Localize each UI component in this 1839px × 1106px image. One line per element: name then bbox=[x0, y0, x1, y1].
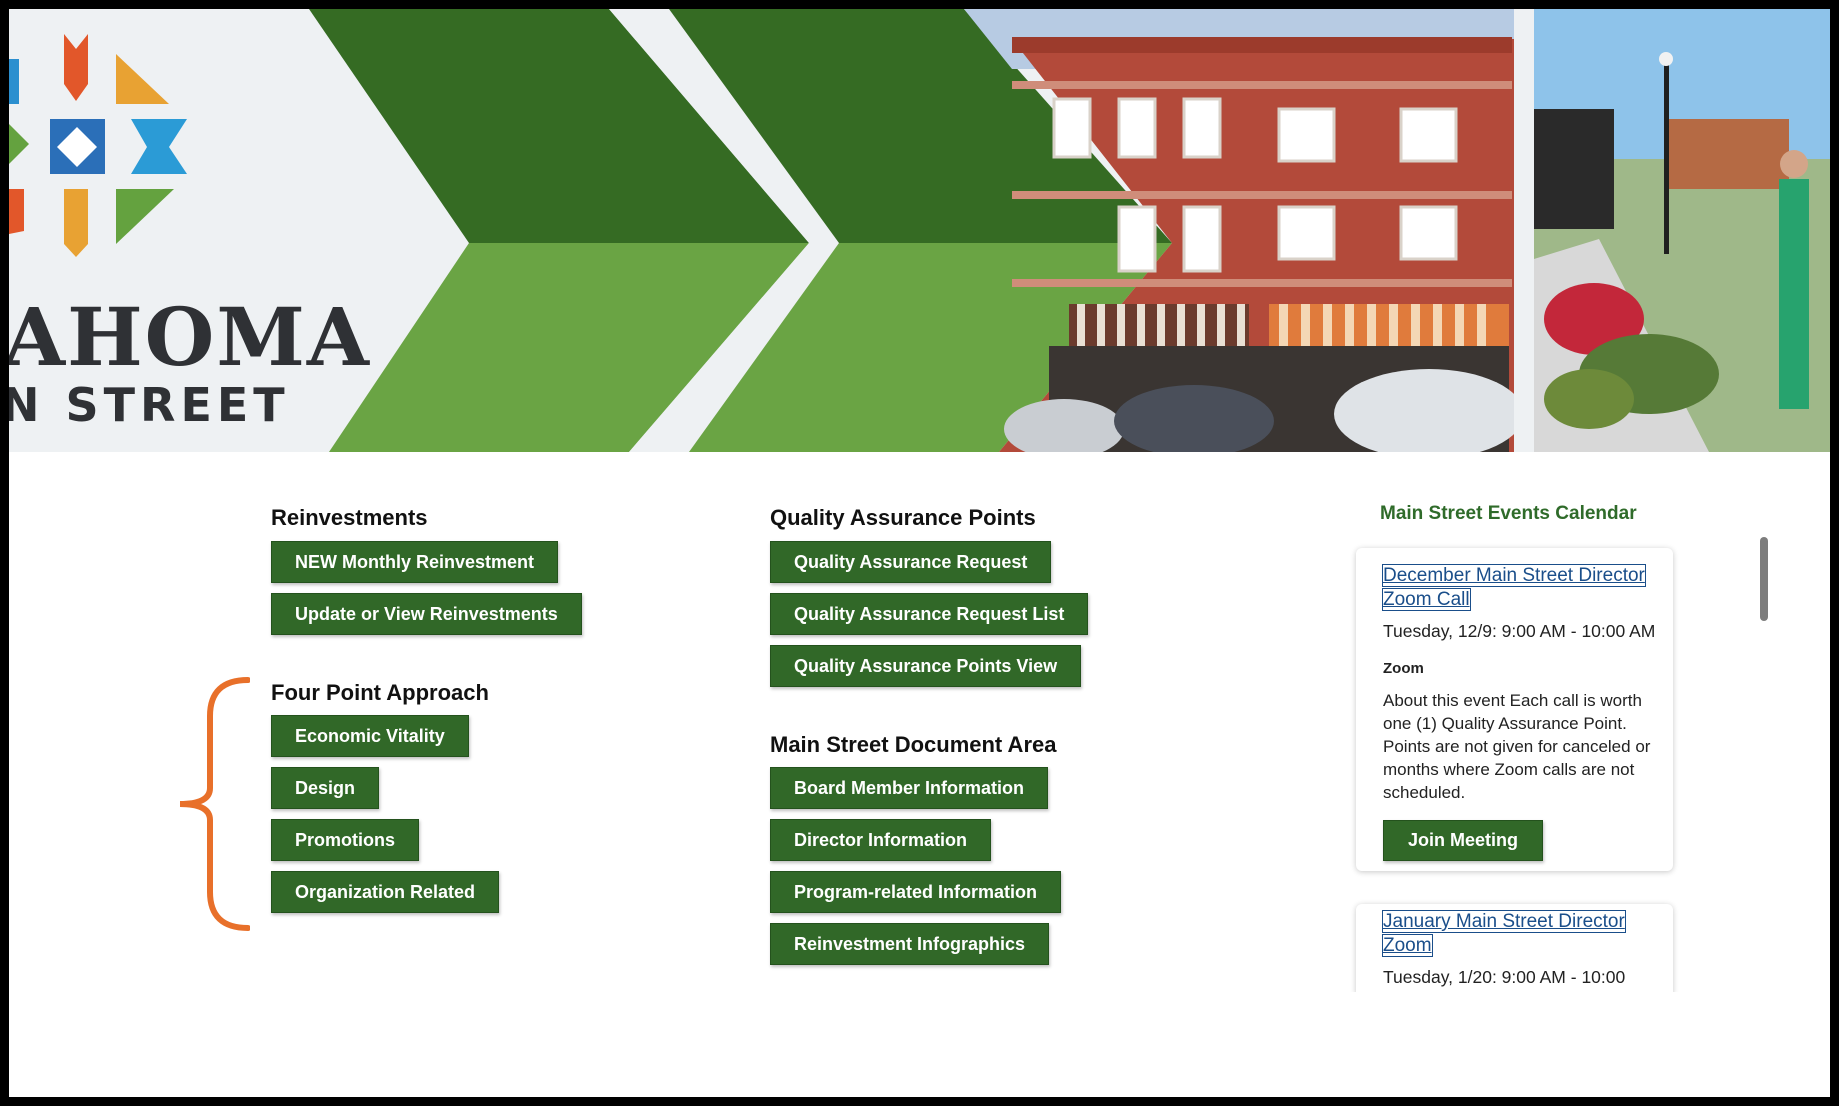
event-description: About this event Each call is worth one … bbox=[1383, 691, 1651, 802]
economic-vitality-button[interactable]: Economic Vitality bbox=[271, 715, 469, 757]
promotions-button[interactable]: Promotions bbox=[271, 819, 420, 861]
calendar-scrollbar-thumb[interactable] bbox=[1760, 537, 1768, 621]
event-time: Tuesday, 1/20: 9:00 AM - 10:00 bbox=[1383, 967, 1626, 987]
organization-related-button[interactable]: Organization Related bbox=[271, 871, 500, 913]
main-street-logo-mark bbox=[9, 34, 187, 257]
design-button[interactable]: Design bbox=[271, 767, 380, 809]
events-calendar-heading: Main Street Events Calendar bbox=[1380, 503, 1637, 524]
event-title-link[interactable]: January Main Street Director Zoom bbox=[1382, 910, 1626, 957]
event-location: Zoom bbox=[1383, 660, 1424, 677]
four-point-approach-heading: Four Point Approach bbox=[271, 680, 489, 705]
update-view-reinvestments-button[interactable]: Update or View Reinvestments bbox=[271, 593, 582, 635]
event-time: Tuesday, 12/9: 9:00 AM - 10:00 AM bbox=[1383, 621, 1656, 641]
event-card: December Main Street Director Zoom Call … bbox=[1356, 548, 1673, 871]
orange-bracket-annotation bbox=[179, 677, 250, 931]
program-related-information-button[interactable]: Program-related Information bbox=[770, 871, 1062, 913]
reinvestment-infographics-button[interactable]: Reinvestment Infographics bbox=[770, 923, 1050, 965]
event-title-link[interactable]: December Main Street Director Zoom Call bbox=[1382, 564, 1646, 611]
header-banner: AHOMA N STREET bbox=[9, 9, 1830, 452]
reinvestments-heading: Reinvestments bbox=[271, 505, 428, 530]
logo-wordmark: AHOMA bbox=[9, 290, 371, 384]
logo-subtitle: N STREET bbox=[9, 378, 290, 432]
event-card: January Main Street Director Zoom Tuesda… bbox=[1356, 904, 1673, 992]
quality-assurance-request-list-button[interactable]: Quality Assurance Request List bbox=[770, 593, 1089, 635]
document-area-heading: Main Street Document Area bbox=[770, 732, 1057, 757]
join-meeting-button[interactable]: Join Meeting bbox=[1383, 820, 1544, 861]
director-information-button[interactable]: Director Information bbox=[770, 819, 992, 861]
board-member-information-button[interactable]: Board Member Information bbox=[770, 767, 1049, 809]
new-monthly-reinvestment-button[interactable]: NEW Monthly Reinvestment bbox=[271, 541, 559, 583]
quality-assurance-points-view-button[interactable]: Quality Assurance Points View bbox=[770, 645, 1082, 687]
quality-assurance-heading: Quality Assurance Points bbox=[770, 505, 1036, 530]
quality-assurance-request-button[interactable]: Quality Assurance Request bbox=[770, 541, 1052, 583]
events-calendar-list[interactable]: December Main Street Director Zoom Call … bbox=[1340, 540, 1780, 992]
